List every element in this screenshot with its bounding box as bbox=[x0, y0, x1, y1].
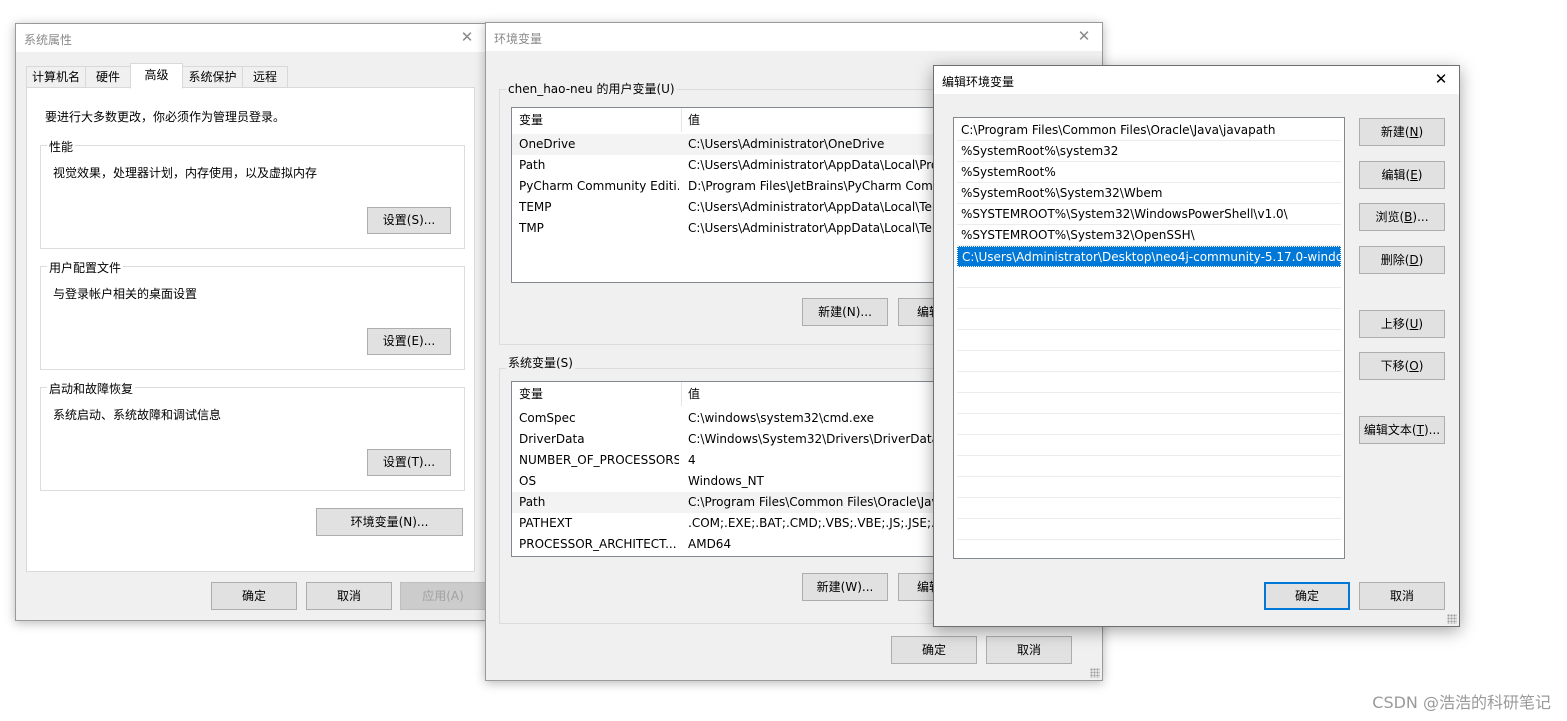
empty-path-row[interactable] bbox=[957, 351, 1341, 372]
variable-name-cell: Path bbox=[519, 495, 546, 509]
ok-button[interactable]: 确定 bbox=[891, 636, 977, 664]
environment-variables-titlebar[interactable]: 环境变量 ✕ bbox=[486, 23, 1102, 51]
path-entry[interactable]: %SystemRoot% bbox=[957, 162, 1341, 183]
column-header-variable[interactable]: 变量 bbox=[519, 382, 543, 406]
user-new-button[interactable]: 新建(N)... bbox=[802, 298, 888, 326]
performance-desc: 视觉效果，处理器计划，内存使用，以及虚拟内存 bbox=[53, 166, 318, 180]
variable-name-cell: TEMP bbox=[519, 200, 552, 214]
close-icon[interactable]: ✕ bbox=[1431, 69, 1451, 89]
system-properties-titlebar[interactable]: 系统属性 ✕ bbox=[16, 24, 485, 52]
system-variables-label: 系统变量(S) bbox=[506, 354, 575, 371]
variable-name-cell: DriverData bbox=[519, 432, 585, 446]
variable-name-cell: OS bbox=[519, 474, 537, 488]
empty-path-row[interactable] bbox=[957, 519, 1341, 540]
variable-name-cell: Path bbox=[519, 158, 546, 172]
variable-name-cell: NUMBER_OF_PROCESSORS bbox=[519, 453, 679, 467]
browse-button[interactable]: 浏览(B)... bbox=[1359, 203, 1445, 231]
ok-button[interactable]: 确定 bbox=[211, 582, 297, 610]
empty-path-row[interactable] bbox=[957, 435, 1341, 456]
user-variables-label: chen_hao-neu 的用户变量(U) bbox=[506, 80, 677, 97]
move-up-button[interactable]: 上移(U) bbox=[1359, 310, 1445, 338]
tab-computer-name[interactable]: 计算机名 bbox=[26, 66, 86, 88]
edit-variable-titlebar[interactable]: 编辑环境变量 ✕ bbox=[934, 66, 1459, 94]
variable-name-cell: TMP bbox=[519, 221, 544, 235]
tab-hardware[interactable]: 硬件 bbox=[85, 66, 131, 88]
user-profile-settings-button[interactable]: 设置(E)... bbox=[367, 328, 451, 355]
resize-grip-icon[interactable] bbox=[1090, 668, 1100, 678]
empty-path-row[interactable] bbox=[957, 393, 1341, 414]
column-separator[interactable] bbox=[681, 108, 682, 132]
edit-environment-variable-window: 编辑环境变量 ✕ C:\Program Files\Common Files\O… bbox=[933, 65, 1460, 627]
close-icon[interactable]: ✕ bbox=[1074, 26, 1094, 46]
apply-button[interactable]: 应用(A) bbox=[400, 582, 486, 610]
path-entry[interactable]: C:\Program Files\Common Files\Oracle\Jav… bbox=[957, 120, 1341, 141]
performance-label: 性能 bbox=[47, 138, 76, 155]
path-entry[interactable]: %SYSTEMROOT%\System32\WindowsPowerShell\… bbox=[957, 204, 1341, 225]
empty-path-row[interactable] bbox=[957, 456, 1341, 477]
variable-name-cell: ComSpec bbox=[519, 411, 576, 425]
cancel-button[interactable]: 取消 bbox=[986, 636, 1072, 664]
column-header-value[interactable]: 值 bbox=[688, 382, 700, 406]
ok-button[interactable]: 确定 bbox=[1264, 582, 1350, 610]
system-properties-window: 系统属性 ✕ 计算机名 硬件 高级 系统保护 远程 要进行大多数更改，你必须作为… bbox=[15, 23, 486, 621]
advanced-tab-panel: 要进行大多数更改，你必须作为管理员登录。 性能 视觉效果，处理器计划，内存使用，… bbox=[26, 87, 475, 572]
startup-recovery-desc: 系统启动、系统故障和调试信息 bbox=[53, 408, 222, 422]
tab-remote[interactable]: 远程 bbox=[242, 66, 288, 88]
path-entry[interactable]: C:\Users\Administrator\Desktop\neo4j-com… bbox=[957, 246, 1341, 267]
column-header-value[interactable]: 值 bbox=[688, 108, 700, 132]
path-entry[interactable]: %SystemRoot%\system32 bbox=[957, 141, 1341, 162]
empty-path-row[interactable] bbox=[957, 498, 1341, 519]
empty-path-row[interactable] bbox=[957, 372, 1341, 393]
variable-name-cell: OneDrive bbox=[519, 137, 576, 151]
empty-path-row[interactable] bbox=[957, 414, 1341, 435]
startup-recovery-label: 启动和故障恢复 bbox=[47, 380, 136, 397]
window-title: 编辑环境变量 bbox=[942, 75, 1015, 89]
admin-note: 要进行大多数更改，你必须作为管理员登录。 bbox=[45, 110, 286, 124]
delete-entry-button[interactable]: 删除(D) bbox=[1359, 246, 1445, 274]
empty-path-row[interactable] bbox=[957, 330, 1341, 351]
resize-grip-icon[interactable] bbox=[1447, 614, 1457, 624]
user-profile-label: 用户配置文件 bbox=[47, 259, 124, 276]
system-new-button[interactable]: 新建(W)... bbox=[802, 573, 888, 601]
user-profile-desc: 与登录帐户相关的桌面设置 bbox=[53, 287, 198, 301]
column-separator[interactable] bbox=[681, 382, 682, 406]
move-down-button[interactable]: 下移(O) bbox=[1359, 352, 1445, 380]
empty-path-row[interactable] bbox=[957, 267, 1341, 288]
path-entry[interactable]: %SYSTEMROOT%\System32\OpenSSH\ bbox=[957, 225, 1341, 246]
empty-path-row[interactable] bbox=[957, 309, 1341, 330]
empty-path-row[interactable] bbox=[957, 477, 1341, 498]
close-icon[interactable]: ✕ bbox=[457, 27, 477, 47]
new-entry-button[interactable]: 新建(N) bbox=[1359, 118, 1445, 146]
window-title: 环境变量 bbox=[494, 32, 543, 46]
path-entries-list[interactable]: C:\Program Files\Common Files\Oracle\Jav… bbox=[953, 117, 1345, 559]
startup-recovery-settings-button[interactable]: 设置(T)... bbox=[367, 449, 451, 476]
watermark: CSDN @浩浩的科研笔记 bbox=[1372, 693, 1551, 712]
cancel-button[interactable]: 取消 bbox=[306, 582, 392, 610]
path-entry[interactable]: %SystemRoot%\System32\Wbem bbox=[957, 183, 1341, 204]
performance-settings-button[interactable]: 设置(S)... bbox=[367, 207, 451, 234]
empty-path-row[interactable] bbox=[957, 288, 1341, 309]
variable-name-cell: PyCharm Community Editi... bbox=[519, 179, 679, 193]
edit-entry-button[interactable]: 编辑(E) bbox=[1359, 161, 1445, 189]
window-title: 系统属性 bbox=[24, 33, 73, 47]
column-header-variable[interactable]: 变量 bbox=[519, 108, 543, 132]
environment-variables-button[interactable]: 环境变量(N)... bbox=[316, 508, 463, 536]
tab-advanced[interactable]: 高级 bbox=[130, 63, 183, 89]
variable-name-cell: PATHEXT bbox=[519, 516, 573, 530]
tab-system-protection[interactable]: 系统保护 bbox=[182, 66, 243, 88]
variable-name-cell: PROCESSOR_ARCHITECT... bbox=[519, 537, 677, 551]
cancel-button[interactable]: 取消 bbox=[1359, 582, 1445, 610]
edit-text-button[interactable]: 编辑文本(T)... bbox=[1359, 416, 1445, 444]
